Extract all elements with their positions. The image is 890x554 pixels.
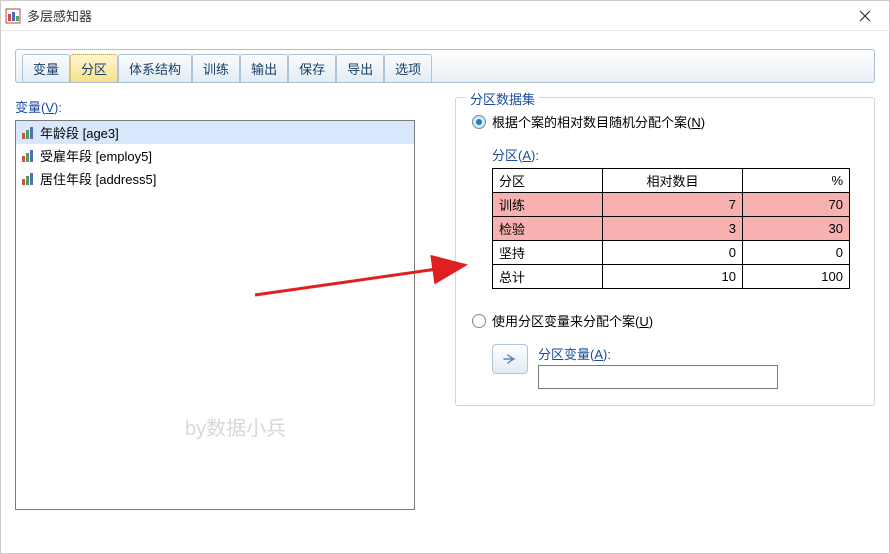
- radio-label: 使用分区变量来分配个案(U): [492, 311, 653, 330]
- cell-rel[interactable]: 7: [603, 193, 743, 217]
- list-item-label: 受雇年段 [employ5]: [40, 146, 152, 165]
- content: 变量(V): 年龄段 [age3] 受雇年段 [employ5] 居住年段 [add…: [1, 83, 889, 553]
- table-row[interactable]: 训练770: [493, 193, 850, 217]
- partition-fieldset: 分区数据集 根据个案的相对数目随机分配个案(N) 分区(A): 分区: [455, 97, 875, 406]
- close-icon: [859, 10, 871, 22]
- list-item-label: 年龄段 [age3]: [40, 123, 119, 142]
- variables-label: 变量(V):: [15, 97, 415, 116]
- table-row[interactable]: 检验330: [493, 217, 850, 241]
- tab-3[interactable]: 训练: [192, 54, 240, 82]
- partition-variable-field[interactable]: [538, 365, 778, 389]
- cell-partition: 总计: [493, 265, 603, 289]
- table-label: 分区(A):: [492, 145, 858, 164]
- radio-use-variable[interactable]: 使用分区变量来分配个案(U): [472, 311, 858, 330]
- partition-variable-label: 分区变量(A):: [538, 344, 778, 363]
- radio-random-assign[interactable]: 根据个案的相对数目随机分配个案(N): [472, 112, 858, 131]
- list-item[interactable]: 年龄段 [age3]: [16, 121, 414, 144]
- table-row[interactable]: 坚持00: [493, 241, 850, 265]
- partition-panel: 分区数据集 根据个案的相对数目随机分配个案(N) 分区(A): 分区: [415, 97, 875, 553]
- tab-1[interactable]: 分区: [70, 54, 118, 82]
- cell-pct: 0: [743, 241, 850, 265]
- close-button[interactable]: [845, 1, 885, 31]
- tab-bar: 变量分区体系结构训练输出保存导出选项: [15, 49, 875, 83]
- th-pct: %: [743, 169, 850, 193]
- tab-7[interactable]: 选项: [384, 54, 432, 82]
- fieldset-legend: 分区数据集: [466, 89, 539, 108]
- partition-variable-block: 分区变量(A):: [538, 344, 778, 389]
- th-relative: 相对数目: [603, 169, 743, 193]
- tab-2[interactable]: 体系结构: [118, 54, 192, 82]
- partition-table[interactable]: 分区 相对数目 % 训练770检验330坚持00总计10100: [492, 168, 850, 289]
- list-item[interactable]: 受雇年段 [employ5]: [16, 144, 414, 167]
- tab-5[interactable]: 保存: [288, 54, 336, 82]
- titlebar: 多层感知器: [1, 1, 889, 31]
- list-item[interactable]: 居住年段 [address5]: [16, 167, 414, 190]
- cell-partition: 检验: [493, 217, 603, 241]
- cell-rel[interactable]: 0: [603, 241, 743, 265]
- cell-partition: 训练: [493, 193, 603, 217]
- tab-4[interactable]: 输出: [240, 54, 288, 82]
- cell-partition: 坚持: [493, 241, 603, 265]
- cell-pct: 30: [743, 217, 850, 241]
- app-icon: [5, 8, 21, 24]
- tab-6[interactable]: 导出: [336, 54, 384, 82]
- radio-label: 根据个案的相对数目随机分配个案(N): [492, 112, 705, 131]
- partition-variable-row: 分区变量(A):: [492, 344, 858, 389]
- cell-pct: 100: [743, 265, 850, 289]
- radio-icon: [472, 115, 486, 129]
- variables-panel: 变量(V): 年龄段 [age3] 受雇年段 [employ5] 居住年段 [add…: [15, 97, 415, 553]
- tab-0[interactable]: 变量: [22, 54, 70, 82]
- cell-rel[interactable]: 3: [603, 217, 743, 241]
- window-title: 多层感知器: [27, 6, 845, 25]
- variables-listbox[interactable]: 年龄段 [age3] 受雇年段 [employ5] 居住年段 [address5]: [15, 120, 415, 510]
- table-row-total: 总计10100: [493, 265, 850, 289]
- cell-rel: 10: [603, 265, 743, 289]
- table-section: 分区(A): 分区 相对数目 % 训练770检验330坚持00总计10100: [492, 145, 858, 289]
- arrow-right-icon: [502, 352, 518, 366]
- th-partition: 分区: [493, 169, 603, 193]
- list-item-label: 居住年段 [address5]: [40, 169, 156, 188]
- move-right-button[interactable]: [492, 344, 528, 374]
- dialog-window: 多层感知器 变量分区体系结构训练输出保存导出选项 变量(V): 年龄段 [age…: [0, 0, 890, 554]
- cell-pct: 70: [743, 193, 850, 217]
- radio-icon: [472, 314, 486, 328]
